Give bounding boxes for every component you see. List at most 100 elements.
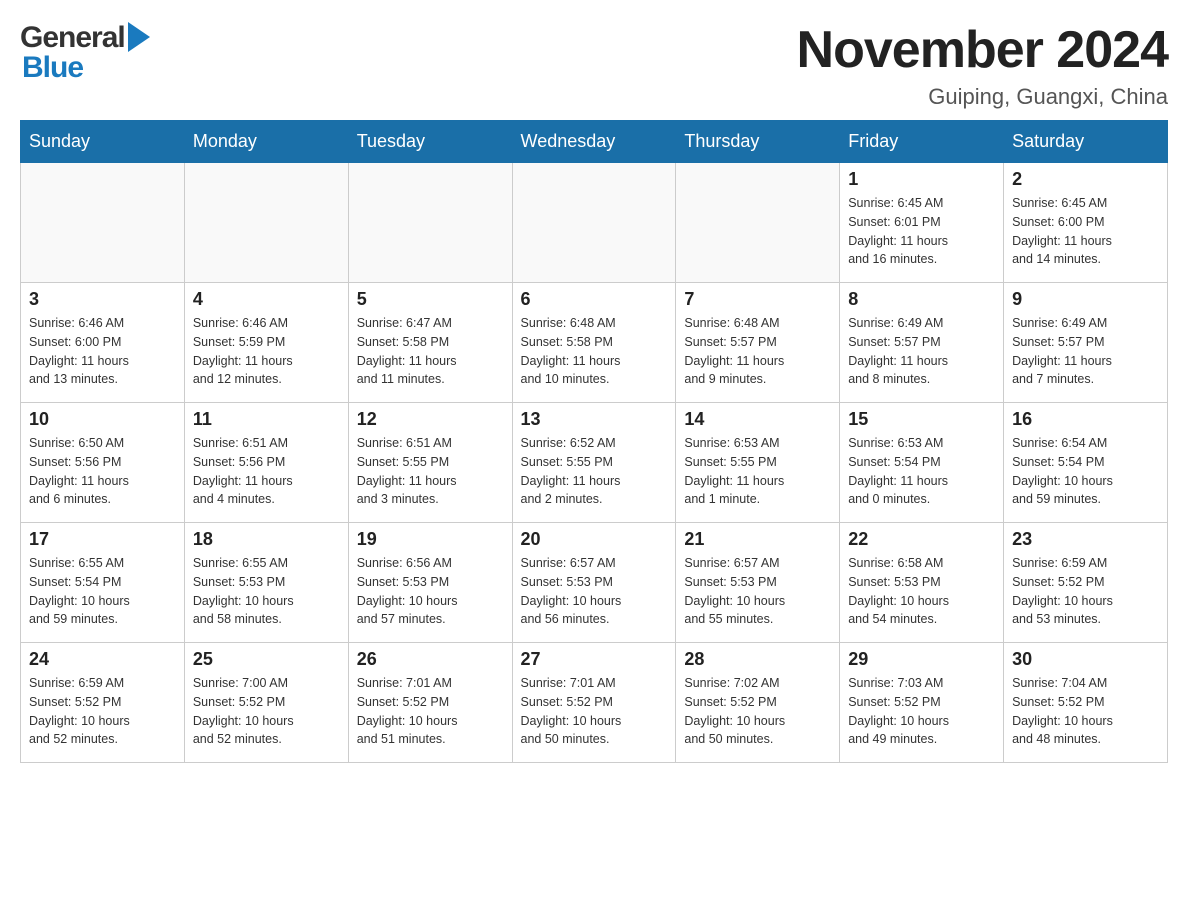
calendar-week-row: 3Sunrise: 6:46 AMSunset: 6:00 PMDaylight…	[21, 283, 1168, 403]
day-info: Sunrise: 6:51 AMSunset: 5:56 PMDaylight:…	[193, 434, 340, 509]
day-number: 5	[357, 289, 504, 310]
day-info: Sunrise: 6:57 AMSunset: 5:53 PMDaylight:…	[684, 554, 831, 629]
calendar-cell: 30 Sunrise: 7:04 AMSunset: 5:52 PMDayligh…	[1004, 643, 1168, 763]
logo-arrow-icon	[128, 22, 150, 57]
day-number: 21	[684, 529, 831, 550]
calendar-cell: 1 Sunrise: 6:45 AMSunset: 6:01 PMDaylight…	[840, 163, 1004, 283]
day-number: 14	[684, 409, 831, 430]
calendar-cell: 5 Sunrise: 6:47 AMSunset: 5:58 PMDaylight…	[348, 283, 512, 403]
day-info: Sunrise: 6:46 AMSunset: 5:59 PMDaylight:…	[193, 314, 340, 389]
day-number: 17	[29, 529, 176, 550]
calendar-cell: 25 Sunrise: 7:00 AMSunset: 5:52 PMDayligh…	[184, 643, 348, 763]
calendar-cell: 17Sunrise: 6:55 AMSunset: 5:54 PMDayligh…	[21, 523, 185, 643]
calendar-cell: 4 Sunrise: 6:46 AMSunset: 5:59 PMDaylight…	[184, 283, 348, 403]
day-info: Sunrise: 6:50 AMSunset: 5:56 PMDaylight:…	[29, 434, 176, 509]
logo-general-text: General	[20, 21, 125, 55]
day-number: 4	[193, 289, 340, 310]
day-info: Sunrise: 7:01 AMSunset: 5:52 PMDaylight:…	[357, 674, 504, 749]
calendar-title: November 2024	[797, 20, 1168, 80]
day-number: 13	[521, 409, 668, 430]
day-info: Sunrise: 7:00 AMSunset: 5:52 PMDaylight:…	[193, 674, 340, 749]
day-number: 10	[29, 409, 176, 430]
day-info: Sunrise: 7:01 AMSunset: 5:52 PMDaylight:…	[521, 674, 668, 749]
calendar-cell	[348, 163, 512, 283]
day-number: 8	[848, 289, 995, 310]
day-number: 15	[848, 409, 995, 430]
calendar-cell: 26 Sunrise: 7:01 AMSunset: 5:52 PMDayligh…	[348, 643, 512, 763]
day-number: 11	[193, 409, 340, 430]
calendar-cell: 2 Sunrise: 6:45 AMSunset: 6:00 PMDaylight…	[1004, 163, 1168, 283]
day-info: Sunrise: 6:55 AMSunset: 5:53 PMDaylight:…	[193, 554, 340, 629]
calendar-cell: 3Sunrise: 6:46 AMSunset: 6:00 PMDaylight…	[21, 283, 185, 403]
calendar-cell	[21, 163, 185, 283]
day-number: 19	[357, 529, 504, 550]
day-number: 12	[357, 409, 504, 430]
calendar-cell: 29Sunrise: 7:03 AMSunset: 5:52 PMDayligh…	[840, 643, 1004, 763]
day-number: 24	[29, 649, 176, 670]
day-info: Sunrise: 6:49 AMSunset: 5:57 PMDaylight:…	[848, 314, 995, 389]
day-info: Sunrise: 7:04 AMSunset: 5:52 PMDaylight:…	[1012, 674, 1159, 749]
day-info: Sunrise: 6:58 AMSunset: 5:53 PMDaylight:…	[848, 554, 995, 629]
day-info: Sunrise: 6:47 AMSunset: 5:58 PMDaylight:…	[357, 314, 504, 389]
day-info: Sunrise: 6:45 AMSunset: 6:01 PMDaylight:…	[848, 194, 995, 269]
day-info: Sunrise: 6:59 AMSunset: 5:52 PMDaylight:…	[29, 674, 176, 749]
weekday-header-row: SundayMondayTuesdayWednesdayThursdayFrid…	[21, 121, 1168, 163]
calendar-cell	[512, 163, 676, 283]
day-number: 26	[357, 649, 504, 670]
day-number: 30	[1012, 649, 1159, 670]
calendar-cell: 11 Sunrise: 6:51 AMSunset: 5:56 PMDayligh…	[184, 403, 348, 523]
day-info: Sunrise: 6:57 AMSunset: 5:53 PMDaylight:…	[521, 554, 668, 629]
day-number: 7	[684, 289, 831, 310]
day-number: 18	[193, 529, 340, 550]
calendar-cell: 13Sunrise: 6:52 AMSunset: 5:55 PMDayligh…	[512, 403, 676, 523]
calendar-title-area: November 2024 Guiping, Guangxi, China	[797, 20, 1168, 110]
day-info: Sunrise: 6:49 AMSunset: 5:57 PMDaylight:…	[1012, 314, 1159, 389]
day-info: Sunrise: 6:48 AMSunset: 5:57 PMDaylight:…	[684, 314, 831, 389]
day-number: 6	[521, 289, 668, 310]
day-number: 2	[1012, 169, 1159, 190]
day-number: 28	[684, 649, 831, 670]
day-info: Sunrise: 6:56 AMSunset: 5:53 PMDaylight:…	[357, 554, 504, 629]
weekday-header-wednesday: Wednesday	[512, 121, 676, 163]
calendar-cell: 20Sunrise: 6:57 AMSunset: 5:53 PMDayligh…	[512, 523, 676, 643]
weekday-header-thursday: Thursday	[676, 121, 840, 163]
day-number: 25	[193, 649, 340, 670]
calendar-cell: 16Sunrise: 6:54 AMSunset: 5:54 PMDayligh…	[1004, 403, 1168, 523]
day-info: Sunrise: 6:48 AMSunset: 5:58 PMDaylight:…	[521, 314, 668, 389]
weekday-header-monday: Monday	[184, 121, 348, 163]
day-info: Sunrise: 6:51 AMSunset: 5:55 PMDaylight:…	[357, 434, 504, 509]
calendar-cell: 27 Sunrise: 7:01 AMSunset: 5:52 PMDayligh…	[512, 643, 676, 763]
calendar-cell: 9 Sunrise: 6:49 AMSunset: 5:57 PMDaylight…	[1004, 283, 1168, 403]
day-info: Sunrise: 6:46 AMSunset: 6:00 PMDaylight:…	[29, 314, 176, 389]
calendar-table: SundayMondayTuesdayWednesdayThursdayFrid…	[20, 120, 1168, 763]
day-info: Sunrise: 6:53 AMSunset: 5:55 PMDaylight:…	[684, 434, 831, 509]
calendar-cell: 14 Sunrise: 6:53 AMSunset: 5:55 PMDayligh…	[676, 403, 840, 523]
weekday-header-friday: Friday	[840, 121, 1004, 163]
day-number: 16	[1012, 409, 1159, 430]
calendar-cell: 15 Sunrise: 6:53 AMSunset: 5:54 PMDayligh…	[840, 403, 1004, 523]
calendar-cell: 7 Sunrise: 6:48 AMSunset: 5:57 PMDaylight…	[676, 283, 840, 403]
day-number: 9	[1012, 289, 1159, 310]
day-info: Sunrise: 6:59 AMSunset: 5:52 PMDaylight:…	[1012, 554, 1159, 629]
calendar-cell: 8 Sunrise: 6:49 AMSunset: 5:57 PMDaylight…	[840, 283, 1004, 403]
day-number: 22	[848, 529, 995, 550]
calendar-subtitle: Guiping, Guangxi, China	[797, 84, 1168, 110]
calendar-week-row: 1 Sunrise: 6:45 AMSunset: 6:01 PMDaylight…	[21, 163, 1168, 283]
day-info: Sunrise: 6:45 AMSunset: 6:00 PMDaylight:…	[1012, 194, 1159, 269]
day-number: 27	[521, 649, 668, 670]
calendar-week-row: 17Sunrise: 6:55 AMSunset: 5:54 PMDayligh…	[21, 523, 1168, 643]
day-info: Sunrise: 6:53 AMSunset: 5:54 PMDaylight:…	[848, 434, 995, 509]
calendar-cell: 21 Sunrise: 6:57 AMSunset: 5:53 PMDayligh…	[676, 523, 840, 643]
calendar-week-row: 24 Sunrise: 6:59 AMSunset: 5:52 PMDayligh…	[21, 643, 1168, 763]
logo-blue-text: Blue	[22, 51, 83, 85]
calendar-cell: 18 Sunrise: 6:55 AMSunset: 5:53 PMDayligh…	[184, 523, 348, 643]
weekday-header-sunday: Sunday	[21, 121, 185, 163]
day-number: 1	[848, 169, 995, 190]
calendar-cell	[676, 163, 840, 283]
day-number: 29	[848, 649, 995, 670]
day-number: 23	[1012, 529, 1159, 550]
page-header: General Blue November 2024 Guiping, Guan…	[20, 20, 1168, 110]
calendar-cell	[184, 163, 348, 283]
weekday-header-saturday: Saturday	[1004, 121, 1168, 163]
calendar-cell: 23 Sunrise: 6:59 AMSunset: 5:52 PMDayligh…	[1004, 523, 1168, 643]
